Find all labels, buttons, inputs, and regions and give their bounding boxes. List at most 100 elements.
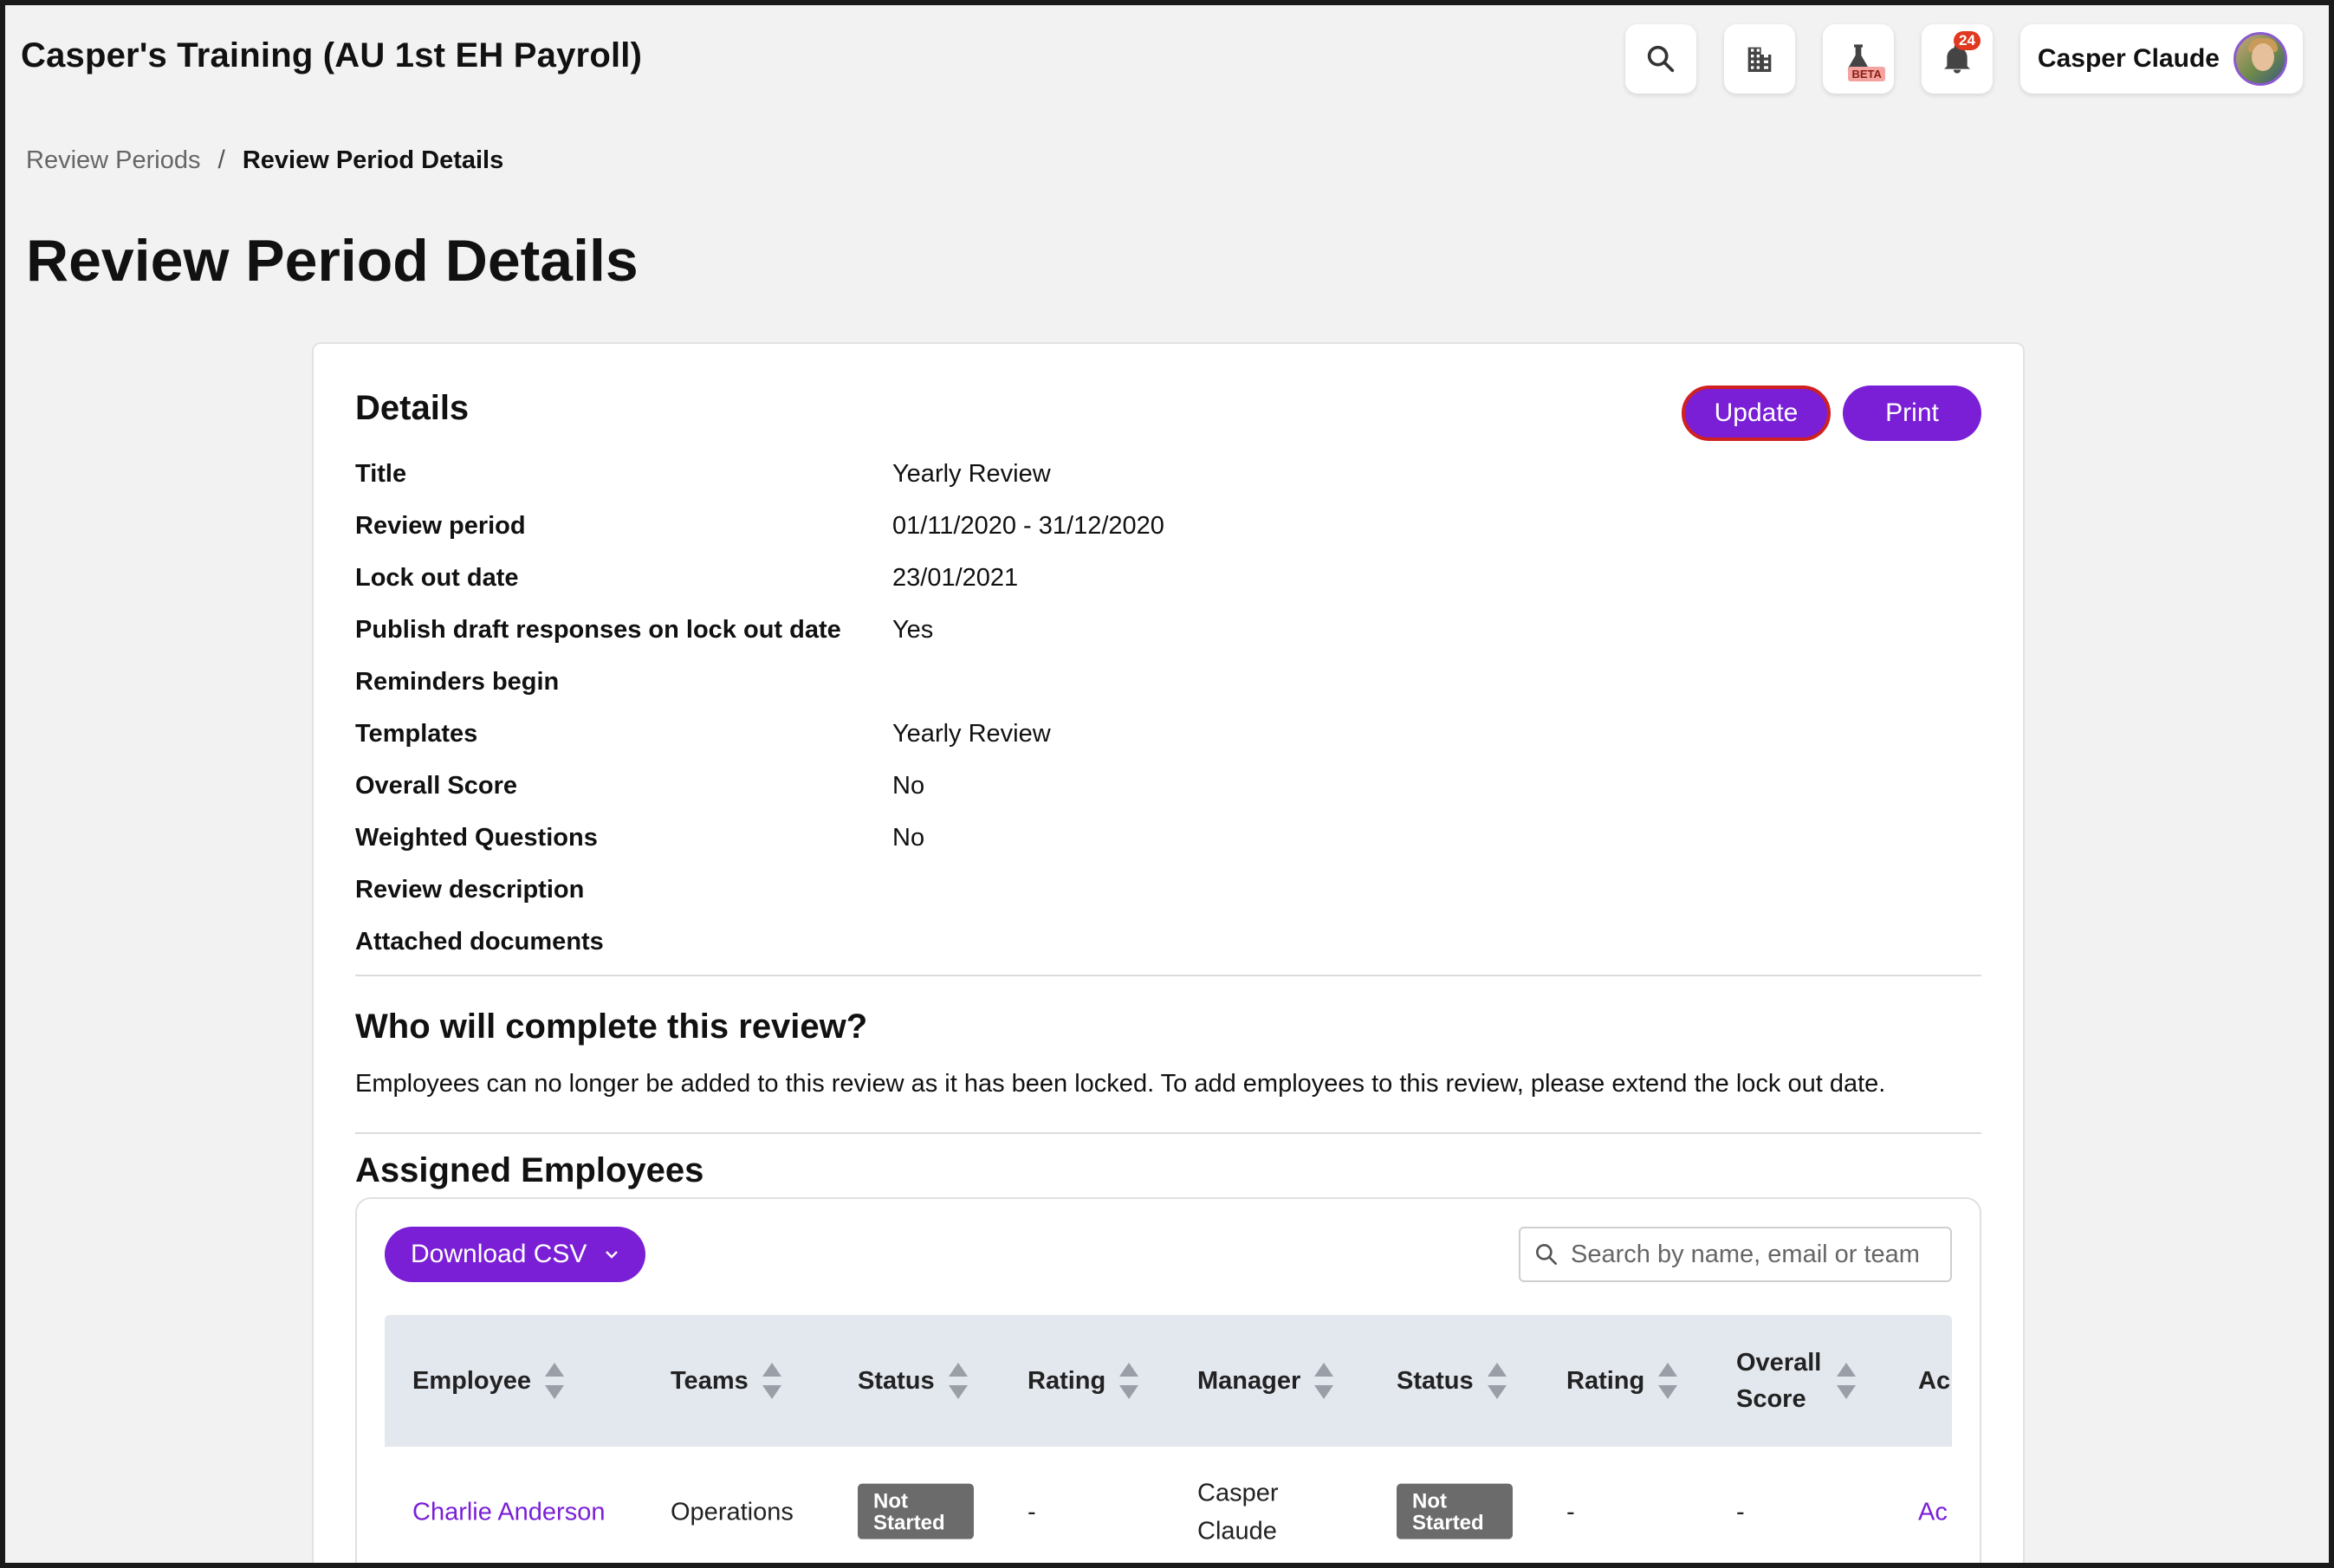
table-cell: - bbox=[1736, 1498, 1745, 1526]
sort-icon[interactable] bbox=[947, 1361, 969, 1401]
search-icon bbox=[1536, 1244, 1557, 1265]
table-cell: Charlie Anderson bbox=[412, 1493, 605, 1532]
detail-label: Overall Score bbox=[355, 771, 517, 800]
sort-icon[interactable] bbox=[1118, 1361, 1140, 1401]
assigned-employees-panel: Download CSV Employee Teams Status Rating Ma… bbox=[355, 1197, 1981, 1568]
divider bbox=[355, 1132, 1981, 1134]
column-header[interactable]: Rating bbox=[1566, 1361, 1679, 1401]
user-menu-button[interactable]: Casper Claude bbox=[2020, 24, 2303, 94]
column-header-label: Rating bbox=[1566, 1366, 1645, 1395]
detail-label: Review description bbox=[355, 875, 585, 904]
table-cell: Not Started bbox=[858, 1483, 974, 1542]
user-name: Casper Claude bbox=[2037, 44, 2220, 73]
business-switcher-button[interactable] bbox=[1723, 24, 1795, 94]
column-header[interactable]: Overall Score bbox=[1736, 1344, 1857, 1417]
detail-value: 01/11/2020 - 31/12/2020 bbox=[892, 511, 1164, 540]
detail-value: Yearly Review bbox=[892, 459, 1051, 488]
print-button[interactable]: Print bbox=[1843, 386, 1981, 441]
breadcrumb-separator: / bbox=[217, 146, 225, 174]
divider bbox=[355, 975, 1981, 976]
detail-label: Attached documents bbox=[355, 927, 604, 956]
detail-value: Yearly Review bbox=[892, 719, 1051, 748]
column-header[interactable]: Status bbox=[858, 1361, 969, 1401]
avatar bbox=[2234, 32, 2287, 86]
table-cell: - bbox=[1028, 1498, 1036, 1526]
table-cell: Not Started bbox=[1397, 1483, 1513, 1542]
notifications-button[interactable]: 24 bbox=[1921, 24, 1993, 94]
detail-row: Reminders begin bbox=[355, 656, 1981, 708]
breadcrumb-review-periods-link[interactable]: Review Periods bbox=[26, 146, 200, 175]
column-header[interactable]: Manager bbox=[1197, 1361, 1335, 1401]
detail-value: No bbox=[892, 771, 925, 800]
sort-icon[interactable] bbox=[1486, 1361, 1508, 1401]
beta-features-button[interactable]: BETA bbox=[1822, 24, 1894, 94]
detail-value: Yes bbox=[892, 615, 934, 644]
status-badge: Not Started bbox=[858, 1483, 974, 1540]
column-header[interactable]: Teams bbox=[671, 1361, 783, 1401]
detail-label: Review period bbox=[355, 511, 526, 540]
column-header[interactable]: Status bbox=[1397, 1361, 1508, 1401]
employee-name-link[interactable]: Charlie Anderson bbox=[412, 1498, 605, 1526]
table-cell: - bbox=[1566, 1498, 1575, 1526]
detail-value: 23/01/2021 bbox=[892, 563, 1019, 592]
app-title: Casper's Training (AU 1st EH Payroll) bbox=[21, 36, 643, 75]
detail-row: Lock out date 23/01/2021 bbox=[355, 552, 1981, 604]
search-icon bbox=[1647, 45, 1675, 73]
column-header-label: Employee bbox=[412, 1366, 531, 1395]
details-heading: Details bbox=[355, 389, 470, 427]
table-row: Charlie Anderson Operations Not Started - Ca… bbox=[385, 1447, 1952, 1568]
detail-row: Attached documents bbox=[355, 916, 1981, 968]
breadcrumb: Review Periods / Review Period Details bbox=[26, 146, 503, 175]
detail-label: Publish draft responses on lock out date bbox=[355, 615, 841, 644]
column-header-label: Status bbox=[1397, 1366, 1474, 1395]
column-header[interactable]: Ac bbox=[1918, 1363, 1950, 1399]
column-header[interactable]: Employee bbox=[412, 1361, 566, 1401]
column-header-label: Rating bbox=[1028, 1366, 1106, 1395]
detail-label: Templates bbox=[355, 719, 478, 748]
employee-search[interactable] bbox=[1519, 1227, 1952, 1282]
detail-label: Weighted Questions bbox=[355, 823, 598, 852]
detail-label: Lock out date bbox=[355, 563, 519, 592]
search-button[interactable] bbox=[1624, 24, 1696, 94]
page-title: Review Period Details bbox=[26, 228, 639, 294]
detail-row: Weighted Questions No bbox=[355, 812, 1981, 864]
employees-table: Employee Teams Status Rating Manager Status Ra… bbox=[385, 1315, 1952, 1568]
details-actions: Update Print bbox=[1682, 386, 1981, 441]
sort-icon[interactable] bbox=[1656, 1361, 1679, 1401]
detail-row: Publish draft responses on lock out date… bbox=[355, 604, 1981, 656]
chevron-down-icon bbox=[606, 1251, 619, 1259]
detail-row: Title Yearly Review bbox=[355, 448, 1981, 500]
who-heading: Who will complete this review? bbox=[355, 1008, 868, 1046]
column-header-label: Overall Score bbox=[1736, 1348, 1822, 1413]
status-badge: Not Started bbox=[1397, 1483, 1513, 1540]
sort-icon[interactable] bbox=[761, 1361, 783, 1401]
column-header-label: Status bbox=[858, 1366, 935, 1395]
detail-value: No bbox=[892, 823, 925, 852]
breadcrumb-current: Review Period Details bbox=[242, 146, 504, 174]
notification-count-badge: 24 bbox=[1954, 31, 1981, 50]
beta-badge: BETA bbox=[1848, 67, 1885, 81]
employee-search-input[interactable] bbox=[1571, 1240, 1950, 1269]
sort-icon[interactable] bbox=[1313, 1361, 1335, 1401]
detail-row: Review period 01/11/2020 - 31/12/2020 bbox=[355, 500, 1981, 552]
download-csv-label: Download CSV bbox=[411, 1240, 587, 1268]
column-header-label: Manager bbox=[1197, 1366, 1301, 1395]
sort-icon[interactable] bbox=[1835, 1361, 1857, 1401]
topbar-actions: BETA 24 Casper Claude bbox=[1624, 24, 2303, 94]
table-cell: Ac bbox=[1918, 1493, 1948, 1532]
table-cell: Casper Claude bbox=[1197, 1479, 1279, 1545]
table-cell: Operations bbox=[671, 1498, 794, 1526]
actions-link[interactable]: Ac bbox=[1918, 1498, 1948, 1526]
detail-label: Title bbox=[355, 459, 407, 488]
locked-message: Employees can no longer be added to this… bbox=[355, 1070, 1886, 1098]
sort-icon[interactable] bbox=[543, 1361, 566, 1401]
column-header-label: Teams bbox=[671, 1366, 749, 1395]
table-header: Employee Teams Status Rating Manager Status Ra… bbox=[385, 1315, 1952, 1447]
update-button[interactable]: Update bbox=[1682, 386, 1831, 441]
column-header[interactable]: Rating bbox=[1028, 1361, 1140, 1401]
column-header-label: Ac bbox=[1918, 1366, 1951, 1395]
detail-row: Overall Score No bbox=[355, 760, 1981, 812]
assigned-employees-heading: Assigned Employees bbox=[355, 1151, 704, 1189]
download-csv-button[interactable]: Download CSV bbox=[385, 1227, 646, 1282]
detail-row: Review description bbox=[355, 864, 1981, 916]
